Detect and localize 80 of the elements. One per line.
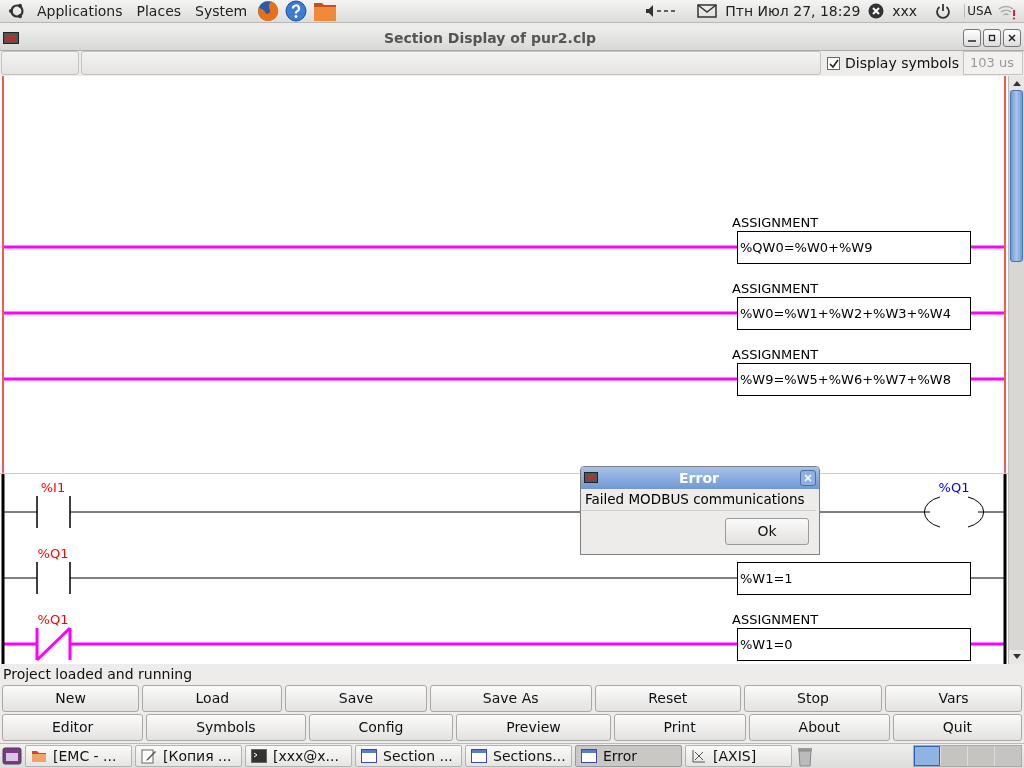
folder-icon [31, 748, 47, 763]
close-button[interactable] [1003, 28, 1021, 47]
block-expression: %QW0=%W0+%W9 [740, 239, 873, 255]
contact-label: %Q1 [37, 545, 69, 561]
block-expression: %W1=0 [740, 636, 793, 652]
browser-icon[interactable] [257, 0, 280, 22]
scrollbar-thumb[interactable] [1010, 89, 1023, 262]
input-field[interactable] [81, 51, 822, 76]
input-field[interactable] [1, 51, 79, 76]
menu-item[interactable]: System [188, 0, 255, 22]
contact-label: %I1 [40, 479, 66, 495]
window-icon [581, 748, 597, 763]
command-button[interactable]: New [2, 684, 140, 712]
status-text: Project loaded and running [3, 665, 193, 682]
ok-button[interactable]: Ok [725, 517, 809, 545]
command-button[interactable]: Save [285, 684, 427, 712]
scrollbar[interactable] [1008, 75, 1024, 664]
block-title: ASSIGNMENT [732, 280, 819, 296]
window-menu-icon[interactable] [3, 31, 19, 44]
block-expression: %W9=%W5+%W6+%W7+%W8 [740, 371, 951, 387]
checkbox-label: Display symbols [845, 55, 959, 72]
coil-symbol [923, 496, 985, 528]
dialog-message: Failed MODBUS communications [581, 488, 816, 511]
taskbar-item[interactable]: [Копия ... [135, 744, 242, 767]
block-title: ASSIGNMENT [732, 346, 819, 362]
taskbar-item[interactable]: Error [575, 744, 682, 767]
block-title: ASSIGNMENT [732, 611, 819, 627]
volume-icon[interactable] [645, 4, 678, 18]
checkbox[interactable] [827, 56, 841, 70]
command-button[interactable]: Vars [885, 684, 1022, 712]
command-button[interactable]: Preview [456, 713, 611, 741]
window-menu-icon[interactable] [584, 472, 598, 484]
close-icon [1007, 32, 1017, 43]
status-icon[interactable] [868, 3, 885, 19]
keyboard-layout[interactable]: USA [964, 4, 994, 18]
window-icon [361, 748, 377, 763]
dialog-title: Error [678, 469, 720, 486]
user-name[interactable]: xxx [887, 3, 923, 19]
command-button[interactable]: Reset [594, 684, 741, 712]
command-button[interactable]: Load [142, 684, 283, 712]
scroll-up-icon[interactable] [1012, 79, 1021, 86]
taskbar-item[interactable]: [AXIS] [685, 744, 792, 767]
mail-icon[interactable] [697, 4, 718, 18]
block-expression: %W0=%W1+%W2+%W3+%W4 [740, 305, 951, 321]
taskbar-item[interactable]: Sections... [465, 744, 572, 767]
taskbar-item[interactable]: Section ... [355, 744, 462, 767]
clock[interactable]: Птн Июл 27, 18:29 [720, 3, 866, 19]
maximize-icon [987, 32, 997, 43]
taskbar-item[interactable]: [EMC - ... [25, 744, 132, 767]
folder-icon[interactable] [313, 0, 338, 22]
coil-label: %Q1 [938, 479, 970, 495]
command-button[interactable]: Editor [2, 713, 144, 741]
block-title: ASSIGNMENT [732, 214, 819, 230]
show-desktop-icon[interactable] [2, 746, 22, 765]
taskbar-item[interactable]: [xxx@x... [245, 744, 352, 767]
cycle-time-field: 103 us [963, 51, 1023, 76]
contact-label: %Q1 [37, 611, 69, 627]
window-title: Section Display of pur2.clp [382, 29, 598, 46]
close-icon [804, 473, 812, 482]
minimize-icon [968, 39, 976, 42]
graph-icon [691, 747, 707, 764]
command-button[interactable]: Save As [429, 684, 592, 712]
block-expression: %W1=1 [740, 570, 793, 586]
command-button[interactable]: Config [308, 713, 454, 741]
command-button[interactable]: Symbols [146, 713, 306, 741]
workspace-switcher[interactable] [913, 744, 1022, 767]
power-icon[interactable] [935, 3, 952, 19]
editor-icon [141, 747, 157, 764]
terminal-icon [251, 748, 267, 763]
command-button[interactable]: Quit [892, 713, 1022, 741]
menu-item[interactable]: Applications [30, 0, 130, 22]
scroll-down-icon[interactable] [1012, 653, 1021, 660]
command-button[interactable]: Print [613, 713, 746, 741]
window-icon [471, 748, 487, 763]
minimize-button[interactable] [963, 28, 981, 47]
command-button[interactable]: Stop [743, 684, 883, 712]
help-icon[interactable] [285, 0, 308, 22]
menu-item[interactable]: Places [129, 0, 189, 22]
maximize-button[interactable] [983, 28, 1001, 47]
command-button[interactable]: About [748, 713, 890, 741]
